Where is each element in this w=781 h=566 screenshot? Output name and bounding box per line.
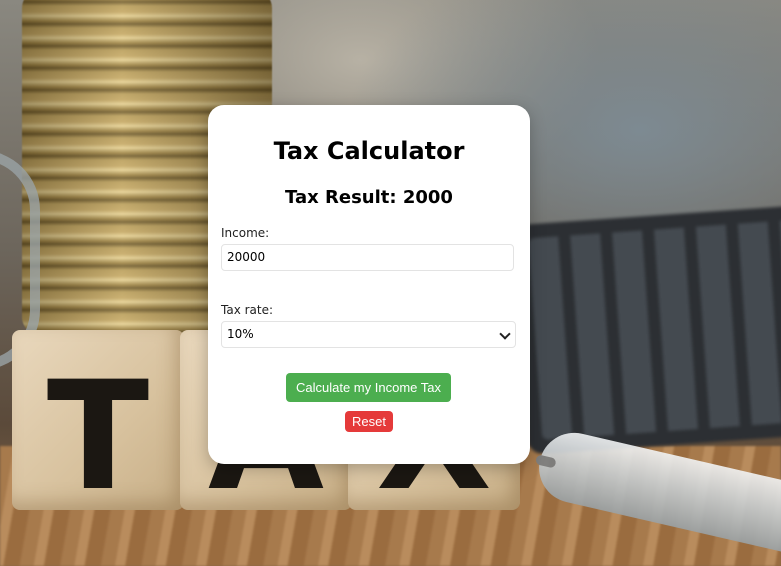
block-letter: T — [46, 350, 150, 524]
tax-rate-selected-value: 10% — [227, 327, 254, 341]
tax-result: Tax Result: 2000 — [285, 187, 453, 208]
calculate-tax-button[interactable]: Calculate my Income Tax — [286, 373, 451, 402]
tax-rate-select[interactable]: 10% — [221, 321, 516, 348]
calculator-image — [513, 205, 781, 455]
letter-block-t: T — [12, 330, 184, 524]
income-input[interactable]: 20000 — [221, 244, 514, 271]
page-title: Tax Calculator — [273, 137, 465, 165]
reset-button[interactable]: Reset — [345, 411, 393, 432]
tax-calculator-card: Tax Calculator Tax Result: 2000 Income: … — [208, 105, 530, 464]
chevron-down-icon — [499, 328, 511, 340]
income-label: Income: — [221, 226, 270, 240]
tax-rate-label: Tax rate: — [221, 303, 274, 317]
